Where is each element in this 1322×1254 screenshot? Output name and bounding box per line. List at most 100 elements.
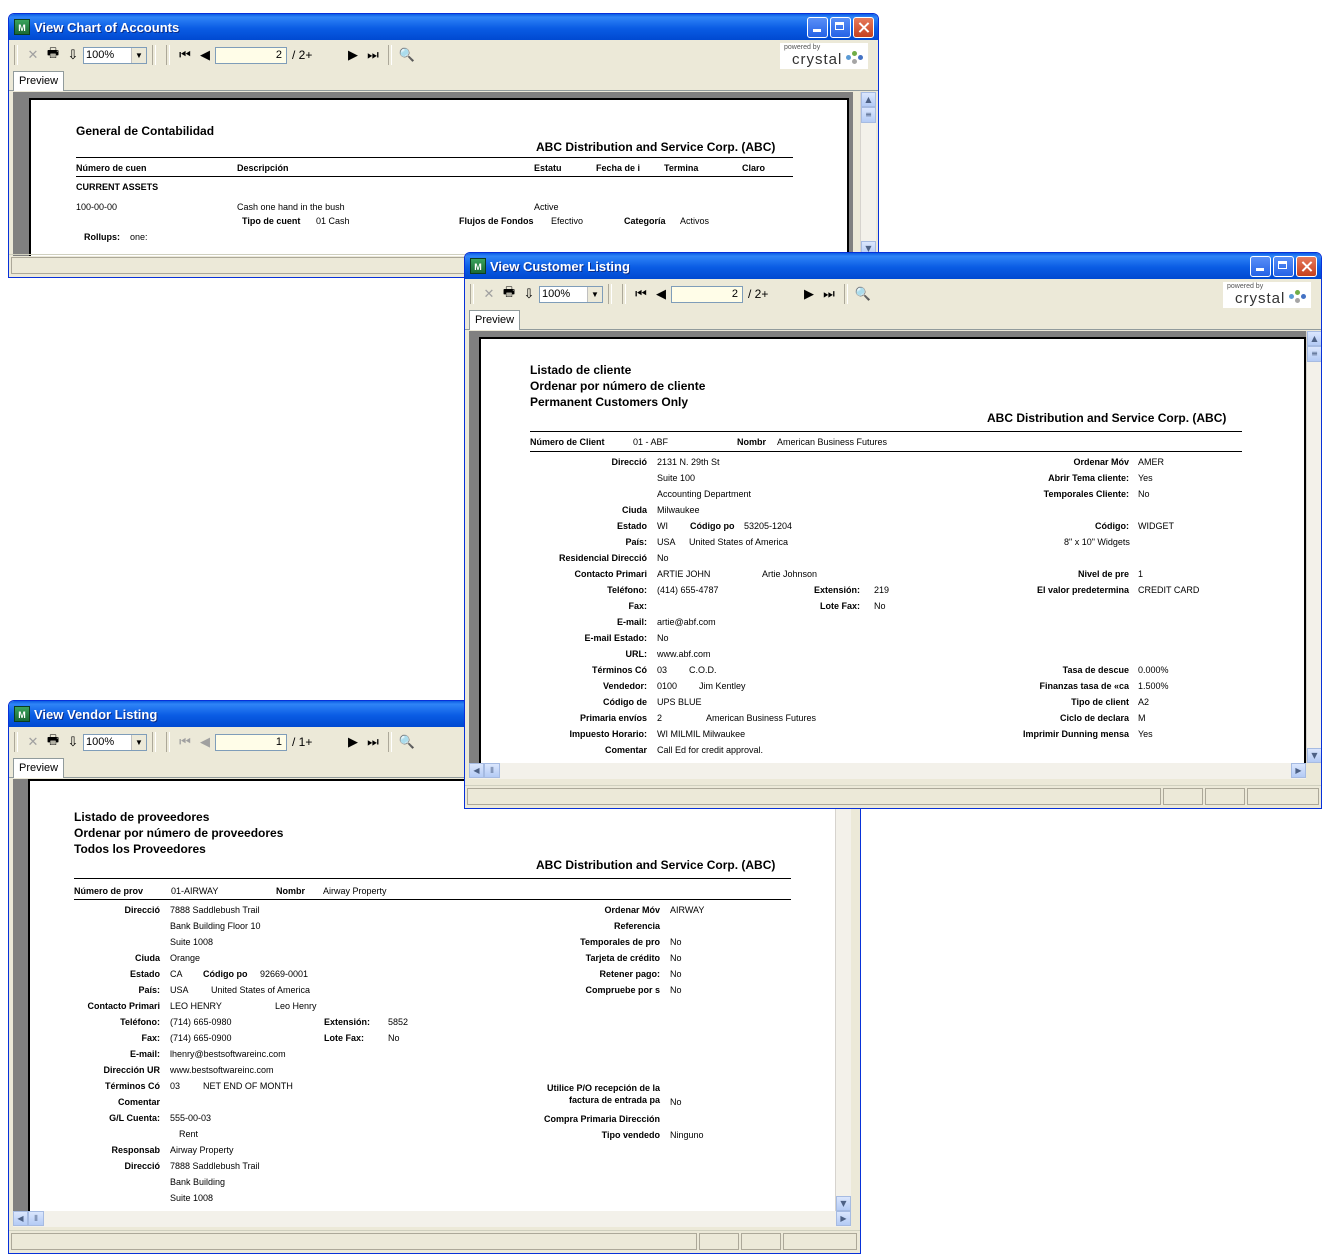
tab-preview[interactable]: Preview — [13, 758, 65, 778]
title-bar[interactable]: M View Chart of Accounts — [9, 14, 878, 40]
prev-page-icon[interactable]: ◀ — [652, 285, 670, 303]
pais-name: United States of America — [211, 985, 311, 995]
chevron-down-icon[interactable]: ▼ — [587, 286, 602, 302]
zoom-select[interactable]: 100% ▼ — [539, 285, 603, 303]
print-icon[interactable]: 🖶 — [500, 284, 518, 303]
vertical-scrollbar[interactable]: ▼ — [835, 779, 851, 1211]
scroll-up-icon[interactable]: ▲ — [861, 92, 876, 107]
nivel-label: Nivel de pre — [1077, 569, 1129, 579]
first-page-icon[interactable]: ⏮ — [632, 285, 650, 303]
addr2: Bank Building Floor 10 — [170, 921, 261, 931]
scroll-up-icon[interactable]: ▲ — [1307, 331, 1321, 346]
scroll-left-icon[interactable]: ◀ — [469, 763, 484, 778]
extension-label: Extensión: — [324, 1017, 371, 1027]
addr3: Accounting Department — [657, 489, 752, 499]
vertical-scrollbar[interactable]: ▲ ≡ ▼ — [860, 92, 876, 256]
status-pane — [783, 1233, 857, 1250]
horizontal-scrollbar[interactable]: ◀ ⦀ ▶ — [13, 1211, 851, 1227]
report-title: Listado de cliente — [530, 363, 632, 377]
title-bar[interactable]: M View Customer Listing — [465, 253, 1321, 279]
retener-value: No — [670, 969, 682, 979]
page-number-input[interactable]: 2 — [215, 46, 287, 64]
ciudad-label: Ciuda — [134, 953, 160, 963]
binoculars-icon[interactable]: 🔍 — [398, 46, 416, 64]
close-button[interactable] — [853, 17, 874, 38]
scroll-thumb[interactable]: ≡ — [1307, 346, 1321, 362]
vendedor-name: Jim Kentley — [699, 681, 746, 691]
vertical-scrollbar[interactable]: ▲ ≡ ▼ — [1306, 331, 1321, 763]
stop-icon[interactable]: ✕ — [24, 733, 42, 751]
print-icon[interactable]: 🖶 — [44, 45, 62, 64]
toolbar-separator — [388, 732, 392, 752]
chevron-down-icon[interactable]: ▼ — [131, 47, 146, 63]
temporales-label: Temporales Cliente: — [1043, 489, 1129, 499]
primaria-name: American Business Futures — [706, 713, 817, 723]
gl-label: G/L Cuenta: — [109, 1113, 160, 1123]
page-number-input[interactable]: 1 — [215, 733, 287, 751]
terminos-value: C.O.D. — [689, 665, 717, 675]
contacto-name: Artie Johnson — [762, 569, 818, 579]
lote-fax-label: Lote Fax: — [820, 601, 861, 611]
chevron-down-icon[interactable]: ▼ — [131, 734, 146, 750]
tab-preview[interactable]: Preview — [13, 71, 65, 91]
prev-page-icon[interactable]: ◀ — [196, 733, 214, 751]
estado-value: CA — [170, 969, 183, 979]
contacto-name: Leo Henry — [275, 1001, 317, 1011]
scroll-left-icon[interactable]: ◀ — [13, 1211, 28, 1226]
scroll-thumb[interactable]: ⦀ — [484, 763, 500, 778]
zoom-select[interactable]: 100% ▼ — [83, 46, 147, 64]
minimize-button[interactable] — [1250, 256, 1271, 277]
gl-value: 555-00-03 — [170, 1113, 212, 1123]
last-page-icon[interactable]: ⏭ — [364, 46, 382, 64]
codigo-postal-value: 53205-1204 — [744, 521, 793, 531]
page-number-input[interactable]: 2 — [671, 285, 743, 303]
zoom-select[interactable]: 100% ▼ — [83, 733, 147, 751]
scroll-right-icon[interactable]: ▶ — [836, 1211, 851, 1226]
minimize-button[interactable] — [807, 17, 828, 38]
terminos-code: 03 — [657, 665, 668, 675]
col-estatu: Estatu — [534, 163, 562, 173]
lote-fax-value: No — [388, 1033, 400, 1043]
prev-page-icon[interactable]: ◀ — [196, 46, 214, 64]
tab-preview[interactable]: Preview — [469, 310, 521, 330]
pais-value: USA — [170, 985, 189, 995]
status-pane — [741, 1233, 781, 1250]
referencia-label: Referencia — [613, 921, 660, 931]
binoculars-icon[interactable]: 🔍 — [398, 733, 416, 751]
export-icon[interactable]: ⇩ — [64, 733, 82, 751]
scroll-down-icon[interactable]: ▼ — [836, 1196, 851, 1211]
scroll-down-icon[interactable]: ▼ — [1307, 748, 1321, 763]
nombre-value: American Business Futures — [777, 437, 888, 447]
col-claro: Claro — [742, 163, 766, 173]
scroll-right-icon[interactable]: ▶ — [1291, 763, 1306, 778]
nivel-value: 1 — [1138, 569, 1144, 579]
binoculars-icon[interactable]: 🔍 — [854, 285, 872, 303]
last-page-icon[interactable]: ⏭ — [820, 285, 838, 303]
stop-icon[interactable]: ✕ — [24, 46, 42, 64]
print-icon[interactable]: 🖶 — [44, 732, 62, 751]
num-label: Número de prov — [74, 886, 144, 896]
status-pane — [699, 1233, 739, 1250]
close-button[interactable] — [1296, 256, 1317, 277]
maximize-button[interactable] — [830, 17, 851, 38]
export-icon[interactable]: ⇩ — [520, 285, 538, 303]
stop-icon[interactable]: ✕ — [480, 285, 498, 303]
next-page-icon[interactable]: ▶ — [800, 285, 818, 303]
crystal-logo: powered by crystal — [780, 43, 868, 69]
last-page-icon[interactable]: ⏭ — [364, 733, 382, 751]
maximize-button[interactable] — [1273, 256, 1294, 277]
url-label: URL: — [625, 649, 648, 659]
scroll-thumb[interactable]: ≡ — [861, 107, 876, 123]
first-page-icon[interactable]: ⏮ — [176, 46, 194, 64]
status-bar — [465, 785, 1321, 808]
toolbar-separator — [608, 284, 612, 304]
codigo-value: WIDGET — [1138, 521, 1174, 531]
report-subtitle: Ordenar por número de cliente — [530, 379, 706, 393]
next-page-icon[interactable]: ▶ — [344, 733, 362, 751]
horizontal-scrollbar[interactable]: ◀ ⦀ ▶ — [469, 763, 1306, 779]
next-page-icon[interactable]: ▶ — [344, 46, 362, 64]
scroll-thumb[interactable]: ⦀ — [28, 1211, 44, 1226]
export-icon[interactable]: ⇩ — [64, 46, 82, 64]
first-page-icon[interactable]: ⏮ — [176, 733, 194, 751]
account-description: Cash one hand in the bush — [237, 202, 345, 212]
